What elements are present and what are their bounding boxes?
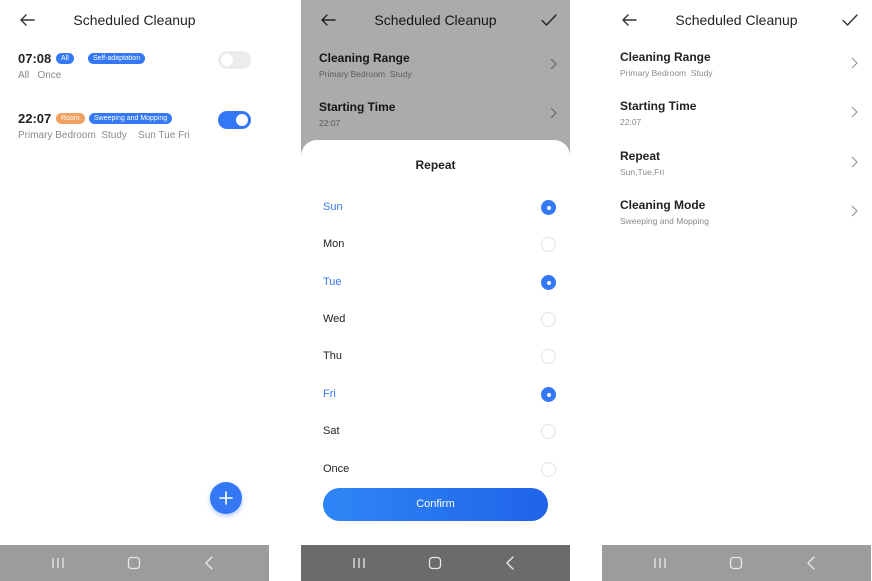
radio-button[interactable] — [541, 312, 556, 327]
row-label: Cleaning Mode — [620, 198, 706, 212]
row-value: Sun,Tue,Fri — [620, 167, 665, 177]
chevron-right-icon — [851, 156, 858, 168]
starting-time-row[interactable]: Starting Time 22:07 — [620, 99, 871, 143]
schedule-subtitle: All Once — [18, 70, 62, 81]
schedule-toggle[interactable] — [218, 51, 251, 69]
option-label: Mon — [323, 238, 345, 250]
chevron-right-icon — [851, 106, 858, 118]
radio-button[interactable] — [541, 424, 556, 439]
recent-apps-icon[interactable] — [651, 554, 669, 572]
repeat-picker-screen: Scheduled Cleanup Cleaning Range Primary… — [301, 0, 570, 581]
row-value: 22:07 — [620, 117, 642, 127]
repeat-option-once[interactable]: Once — [323, 458, 556, 482]
row-label: Cleaning Range — [620, 50, 711, 64]
option-label: Wed — [323, 313, 346, 325]
add-schedule-button[interactable] — [210, 482, 242, 514]
header: Scheduled Cleanup — [602, 0, 871, 40]
home-icon[interactable] — [125, 554, 143, 572]
toggle-knob — [236, 114, 248, 126]
radio-button[interactable] — [541, 237, 556, 252]
recent-apps-icon[interactable] — [49, 554, 67, 572]
mode-badge: All — [56, 53, 74, 64]
header: Scheduled Cleanup — [0, 0, 269, 40]
radio-button[interactable] — [541, 387, 556, 402]
toggle-knob — [221, 54, 233, 66]
repeat-option-wed[interactable]: Wed — [323, 308, 556, 332]
sheet-title: Repeat — [415, 158, 456, 172]
plus-icon — [219, 491, 233, 505]
cleaning-mode-row[interactable]: Cleaning Mode Sweeping and Mopping — [620, 198, 871, 242]
cleaning-range-row[interactable]: Cleaning Range Primary Bedroom Study — [620, 50, 871, 94]
schedule-time: 07:08 — [18, 51, 52, 66]
repeat-option-thu[interactable]: Thu — [323, 345, 556, 369]
type-badge: Self-adaptation — [88, 53, 146, 64]
row-label: Starting Time — [620, 99, 697, 113]
repeat-option-mon[interactable]: Mon — [323, 233, 556, 257]
system-nav-bar — [301, 545, 570, 581]
system-nav-bar — [0, 545, 269, 581]
repeat-sheet: Repeat Sun Mon Tue Wed Thu Fri Sat Once … — [301, 140, 570, 545]
nav-back-icon[interactable] — [201, 554, 219, 572]
radio-button[interactable] — [541, 462, 556, 477]
chevron-right-icon — [851, 57, 858, 69]
confirm-button[interactable]: Confirm — [323, 488, 548, 521]
option-label: Sat — [323, 425, 340, 437]
mode-badge: Room — [56, 113, 85, 124]
repeat-option-fri[interactable]: Fri — [323, 383, 556, 407]
option-label: Tue — [323, 276, 342, 288]
home-icon[interactable] — [727, 554, 745, 572]
page-title: Scheduled Cleanup — [675, 12, 798, 28]
schedule-list-screen: Scheduled Cleanup 07:08 All Self-adaptat… — [0, 0, 269, 581]
chevron-right-icon — [851, 205, 858, 217]
repeat-option-tue[interactable]: Tue — [323, 271, 556, 295]
schedule-edit-screen: Scheduled Cleanup Cleaning Range Primary… — [602, 0, 871, 581]
home-icon[interactable] — [426, 554, 444, 572]
option-label: Sun — [323, 201, 343, 213]
repeat-option-sat[interactable]: Sat — [323, 420, 556, 444]
schedule-item[interactable]: 07:08 All Self-adaptation All Once — [18, 51, 251, 91]
row-value: Primary Bedroom Study — [620, 68, 713, 78]
radio-button[interactable] — [541, 275, 556, 290]
repeat-row[interactable]: Repeat Sun,Tue,Fri — [620, 149, 871, 193]
schedule-toggle[interactable] — [218, 111, 251, 129]
system-nav-bar — [602, 545, 871, 581]
row-value: Sweeping and Mopping — [620, 216, 709, 226]
schedule-subtitle: Primary Bedroom Study Sun Tue Fri — [18, 130, 190, 141]
nav-back-icon[interactable] — [502, 554, 520, 572]
schedule-time: 22:07 — [18, 111, 52, 126]
page-title: Scheduled Cleanup — [73, 12, 196, 28]
check-icon[interactable] — [841, 11, 859, 29]
type-badge: Sweeping and Mopping — [89, 113, 173, 124]
recent-apps-icon[interactable] — [350, 554, 368, 572]
radio-button[interactable] — [541, 349, 556, 364]
option-label: Thu — [323, 350, 342, 362]
schedule-item[interactable]: 22:07 Room Sweeping and Mopping Primary … — [18, 111, 251, 151]
radio-button[interactable] — [541, 200, 556, 215]
option-label: Fri — [323, 388, 336, 400]
nav-back-icon[interactable] — [803, 554, 821, 572]
row-label: Repeat — [620, 149, 661, 163]
option-label: Once — [323, 463, 350, 475]
repeat-option-sun[interactable]: Sun — [323, 196, 556, 220]
